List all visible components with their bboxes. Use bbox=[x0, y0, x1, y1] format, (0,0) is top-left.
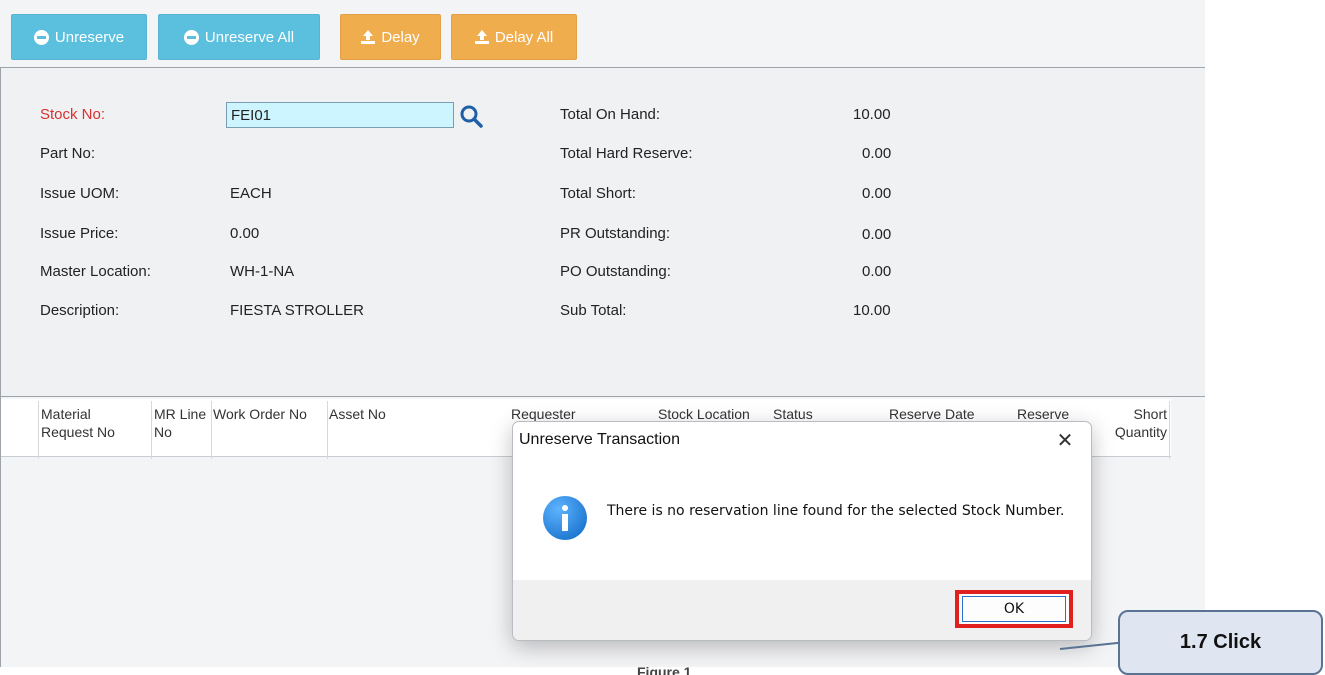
ok-button[interactable]: OK bbox=[955, 590, 1073, 628]
description-value: FIESTA STROLLER bbox=[230, 302, 364, 319]
pr-outstanding-value: 0.00 bbox=[862, 226, 892, 243]
col-work-order-no[interactable]: Work Order No bbox=[213, 405, 328, 423]
unreserve-transaction-dialog: Unreserve Transaction ✕ There is no rese… bbox=[512, 421, 1092, 641]
description-label: Description: bbox=[40, 302, 120, 319]
issue-uom-label: Issue UOM: bbox=[40, 185, 120, 202]
total-on-hand-label: Total On Hand: bbox=[560, 106, 661, 123]
info-icon bbox=[543, 496, 587, 540]
toolbar: Unreserve Unreserve All Delay Delay All bbox=[0, 0, 1205, 67]
master-location-label: Master Location: bbox=[40, 263, 151, 280]
delay-label: Delay bbox=[381, 28, 420, 46]
issue-price-label: Issue Price: bbox=[40, 225, 119, 242]
issue-uom-value: EACH bbox=[230, 185, 272, 202]
part-no-label: Part No: bbox=[40, 145, 96, 162]
po-outstanding-label: PO Outstanding: bbox=[560, 263, 671, 280]
stock-no-input[interactable] bbox=[226, 102, 454, 128]
total-hard-reserve-label: Total Hard Reserve: bbox=[560, 145, 693, 162]
total-short-label: Total Short: bbox=[560, 185, 636, 202]
col-short-quantity[interactable]: Short Quantity bbox=[1097, 405, 1167, 441]
callout-text: 1.7 Click bbox=[1179, 631, 1262, 653]
po-outstanding-value: 0.00 bbox=[862, 263, 892, 280]
issue-price-value: 0.00 bbox=[230, 225, 260, 242]
ok-label: OK bbox=[1003, 601, 1025, 617]
delay-all-label: Delay All bbox=[494, 28, 554, 46]
dialog-message: There is no reservation line found for t… bbox=[607, 503, 1065, 519]
minus-circle-icon bbox=[33, 29, 49, 45]
total-short-value: 0.00 bbox=[862, 185, 892, 202]
delay-button[interactable]: Delay bbox=[340, 14, 441, 60]
upload-icon bbox=[361, 29, 376, 45]
unreserve-all-button[interactable]: Unreserve All bbox=[158, 14, 320, 60]
sub-total-label: Sub Total: bbox=[560, 302, 627, 319]
sub-total-value: 10.00 bbox=[853, 302, 891, 319]
figure-caption: Figure 1 bbox=[637, 664, 692, 675]
dialog-title: Unreserve Transaction bbox=[519, 431, 680, 448]
unreserve-label: Unreserve bbox=[54, 28, 125, 46]
delay-all-button[interactable]: Delay All bbox=[451, 14, 577, 60]
unreserve-all-label: Unreserve All bbox=[204, 28, 295, 46]
master-location-value: WH-1-NA bbox=[230, 263, 295, 280]
stock-no-label: Stock No: bbox=[40, 106, 106, 123]
col-asset-no[interactable]: Asset No bbox=[329, 405, 449, 423]
unreserve-button[interactable]: Unreserve bbox=[11, 14, 147, 60]
minus-circle-icon bbox=[183, 29, 199, 45]
upload-icon bbox=[474, 29, 489, 45]
total-on-hand-value: 10.00 bbox=[853, 106, 891, 123]
dialog-body: There is no reservation line found for t… bbox=[513, 462, 1091, 580]
search-icon[interactable] bbox=[459, 104, 483, 128]
pr-outstanding-label: PR Outstanding: bbox=[560, 225, 671, 242]
col-mr-line-no[interactable]: MR Line No bbox=[154, 405, 212, 441]
col-material-request-no[interactable]: Material Request No bbox=[41, 405, 141, 441]
dialog-footer: OK bbox=[513, 580, 1091, 640]
close-icon[interactable]: ✕ bbox=[1053, 428, 1077, 452]
total-hard-reserve-value: 0.00 bbox=[862, 145, 892, 162]
step-callout: 1.7 Click bbox=[1118, 610, 1323, 675]
